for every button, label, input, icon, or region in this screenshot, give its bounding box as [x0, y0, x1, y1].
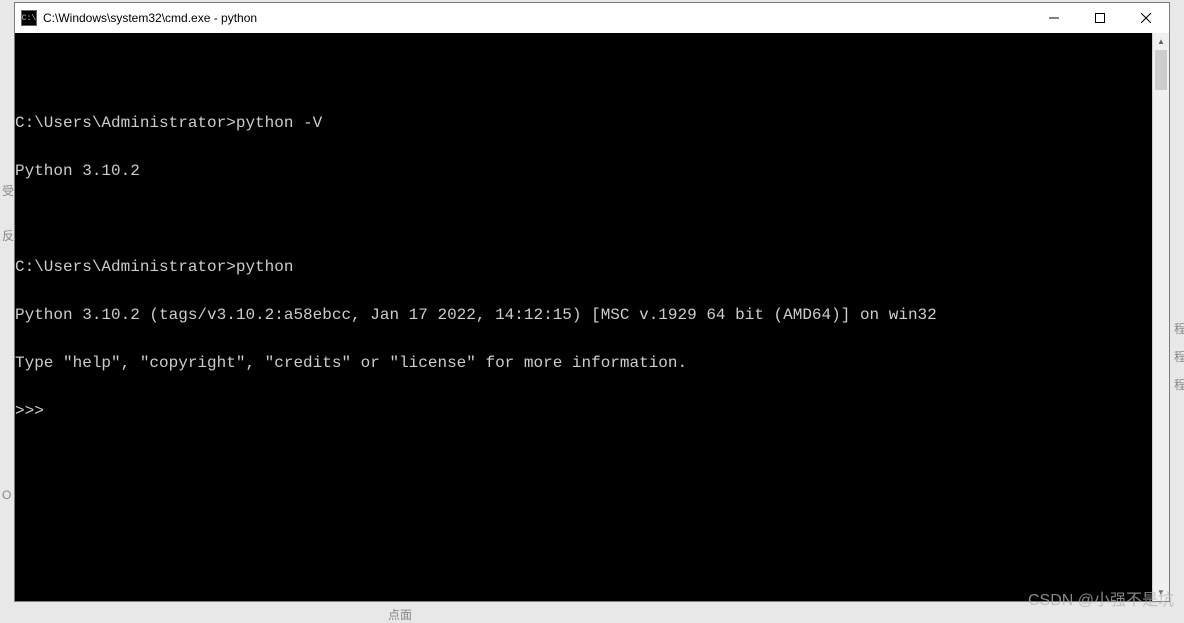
bg-hint: 程: [1174, 376, 1184, 393]
close-icon: [1141, 13, 1151, 23]
terminal[interactable]: C:\Users\Administrator>python -V Python …: [15, 33, 1152, 601]
bg-hint: 程: [1174, 320, 1184, 337]
minimize-button[interactable]: [1031, 3, 1077, 33]
terminal-line: >>>: [15, 403, 1152, 419]
close-button[interactable]: [1123, 3, 1169, 33]
bg-hint: 反: [2, 227, 14, 244]
scroll-track[interactable]: [1153, 50, 1169, 584]
window-controls: [1031, 3, 1169, 33]
cmd-window: C:\ C:\Windows\system32\cmd.exe - python…: [14, 2, 1170, 602]
vertical-scrollbar[interactable]: ▲ ▼: [1152, 33, 1169, 601]
scroll-thumb[interactable]: [1155, 50, 1167, 90]
terminal-line: C:\Users\Administrator>python -V: [15, 115, 1152, 131]
bg-hint: O: [2, 488, 11, 502]
window-title: C:\Windows\system32\cmd.exe - python: [43, 11, 1031, 25]
terminal-line: Python 3.10.2 (tags/v3.10.2:a58ebcc, Jan…: [15, 307, 1152, 323]
client-area: C:\Users\Administrator>python -V Python …: [15, 33, 1169, 601]
cmd-icon: C:\: [21, 10, 37, 26]
scroll-down-arrow-icon[interactable]: ▼: [1153, 584, 1169, 601]
maximize-button[interactable]: [1077, 3, 1123, 33]
terminal-line: Python 3.10.2: [15, 163, 1152, 179]
scroll-up-arrow-icon[interactable]: ▲: [1153, 33, 1169, 50]
terminal-line: [15, 67, 1152, 83]
maximize-icon: [1095, 13, 1105, 23]
terminal-line: C:\Users\Administrator>python: [15, 259, 1152, 275]
minimize-icon: [1049, 13, 1059, 23]
terminal-line: Type "help", "copyright", "credits" or "…: [15, 355, 1152, 371]
terminal-line: [15, 211, 1152, 227]
bg-hint: 受: [2, 182, 14, 199]
bg-hint: 点面: [388, 606, 412, 623]
bg-hint: 程: [1174, 348, 1184, 365]
titlebar[interactable]: C:\ C:\Windows\system32\cmd.exe - python: [15, 3, 1169, 33]
